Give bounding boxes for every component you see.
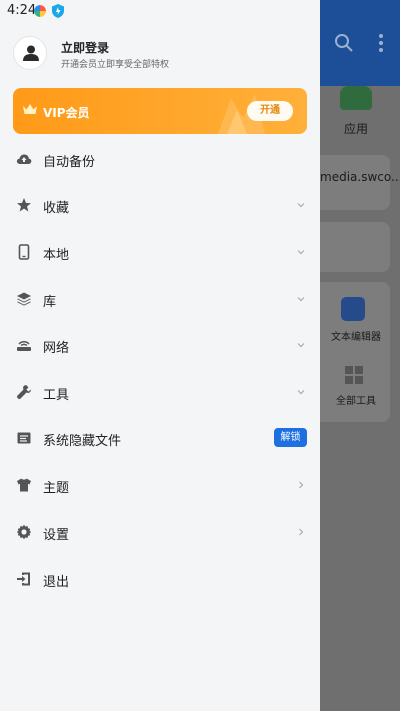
chevron-right-icon[interactable]: [296, 527, 306, 537]
card-text: media.swco...: [320, 170, 400, 184]
menu-label: 自动备份: [43, 155, 96, 170]
menu-label: 网络: [43, 341, 70, 356]
menu-item-auto-backup[interactable]: 自动备份: [0, 136, 320, 182]
text-editor-icon[interactable]: [341, 297, 365, 321]
menu-item-settings[interactable]: 设置: [0, 509, 320, 555]
vip-banner[interactable]: VIP会员 开通: [13, 88, 307, 134]
hidden-file-icon: [17, 432, 31, 444]
crown-icon: [23, 104, 37, 114]
shield-icon: [52, 4, 64, 18]
login-subtitle: 开通会员立即享受全部特权: [61, 60, 170, 70]
menu-label: 工具: [43, 388, 70, 403]
unlock-badge[interactable]: 解锁: [274, 428, 307, 447]
background-app: 应用 media.swco... 文本编辑器 全部工具: [320, 0, 400, 711]
menu-label: 主题: [43, 481, 70, 496]
chevron-down-icon[interactable]: [296, 294, 306, 304]
app-header: [320, 0, 400, 86]
card: [320, 222, 390, 272]
shirt-icon: [17, 478, 31, 492]
exit-icon: [17, 572, 30, 586]
menu-label: 退出: [43, 575, 70, 590]
more-icon[interactable]: [378, 33, 384, 53]
star-icon: [17, 198, 31, 212]
menu-item-favorites[interactable]: 收藏: [0, 182, 320, 228]
android-icon[interactable]: [340, 86, 372, 110]
login-title[interactable]: 立即登录: [61, 39, 109, 56]
menu-item-hidden-files[interactable]: 系统隐藏文件 解锁: [0, 415, 320, 461]
menu-item-theme[interactable]: 主题: [0, 462, 320, 508]
menu-item-tools[interactable]: 工具: [0, 369, 320, 415]
vip-label: VIP会员: [43, 106, 90, 120]
chevron-down-icon[interactable]: [296, 247, 306, 257]
app-notification-icon: [34, 5, 46, 17]
grid-icon[interactable]: [344, 365, 364, 385]
apps-label: 应用: [343, 122, 368, 136]
user-login-row[interactable]: 立即登录 开通会员立即享受全部特权: [13, 36, 308, 74]
text-editor-label: 文本编辑器: [331, 332, 381, 343]
router-icon: [17, 341, 31, 351]
avatar[interactable]: [13, 36, 47, 70]
wrench-icon: [16, 385, 31, 400]
gear-icon: [16, 524, 32, 540]
menu-label: 库: [43, 295, 57, 310]
menu-item-network[interactable]: 网络: [0, 322, 320, 368]
user-icon: [23, 45, 39, 61]
menu-label: 设置: [43, 528, 70, 543]
menu-item-exit[interactable]: 退出: [0, 556, 320, 602]
phone-icon: [18, 244, 30, 260]
chevron-right-icon[interactable]: [296, 480, 306, 490]
cloud-backup-icon: [16, 154, 32, 164]
all-tools-label: 全部工具: [336, 396, 376, 407]
search-icon[interactable]: [334, 33, 354, 53]
chevron-down-icon[interactable]: [296, 200, 306, 210]
chevron-down-icon[interactable]: [296, 387, 306, 397]
menu-label: 本地: [43, 248, 70, 263]
stack-icon: [17, 292, 31, 306]
navigation-drawer: 4:24 立即登录 开通会员立即享受全部特权 VIP会员 开通 自动备份 收藏 …: [0, 0, 320, 711]
chevron-down-icon[interactable]: [296, 340, 306, 350]
status-time: 4:24: [7, 3, 37, 18]
vip-activate-button[interactable]: 开通: [247, 101, 293, 121]
menu-item-library[interactable]: 库: [0, 276, 320, 322]
menu-label: 收藏: [43, 201, 70, 216]
menu-label: 系统隐藏文件: [43, 434, 122, 449]
status-bar: 4:24: [0, 0, 320, 22]
menu-item-local[interactable]: 本地: [0, 229, 320, 275]
